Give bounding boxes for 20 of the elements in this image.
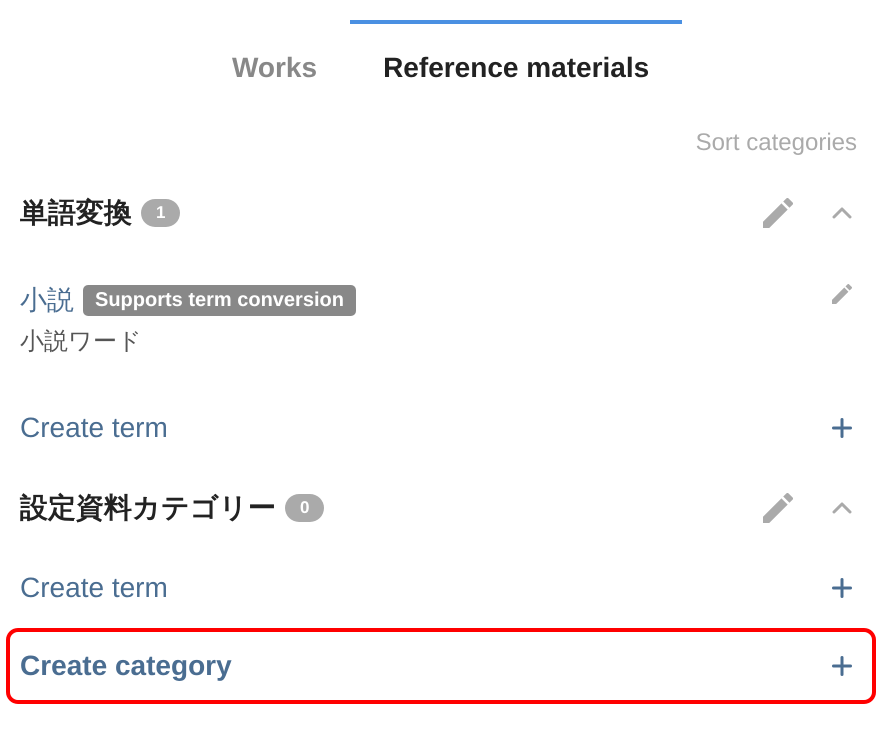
category-title: 設定資料カテゴリー xyxy=(20,491,276,525)
plus-icon xyxy=(832,578,852,598)
tab[interactable]: Works xyxy=(199,20,350,112)
category-title: 単語変換 xyxy=(20,196,132,230)
create-term-button[interactable]: Create term xyxy=(20,548,852,628)
count-badge: 0 xyxy=(285,494,324,522)
plus-icon xyxy=(832,656,852,676)
create-term-button[interactable]: Create term xyxy=(20,388,852,468)
pencil-icon[interactable] xyxy=(763,493,793,523)
term-tag: Supports term conversion xyxy=(83,284,356,316)
create-category-button[interactable]: Create category xyxy=(6,628,876,704)
chevron-up-icon[interactable] xyxy=(832,502,852,514)
count-badge: 1 xyxy=(141,199,180,227)
pencil-icon[interactable] xyxy=(763,198,793,228)
term-link[interactable]: 小説 xyxy=(20,282,74,318)
pencil-icon[interactable] xyxy=(832,284,852,304)
chevron-up-icon[interactable] xyxy=(832,207,852,219)
tab[interactable]: Reference materials xyxy=(350,20,682,112)
plus-icon xyxy=(832,418,852,438)
term-description: 小説ワード xyxy=(20,327,143,357)
